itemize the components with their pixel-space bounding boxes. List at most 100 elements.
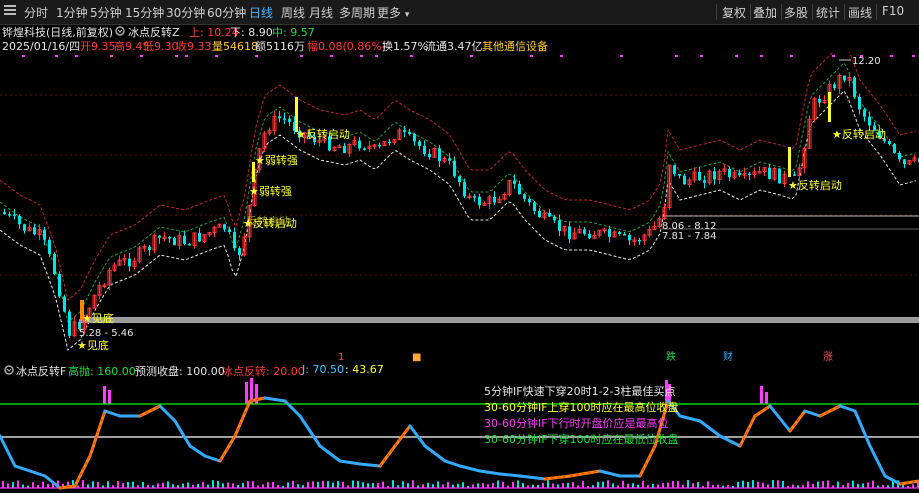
candle: [413, 132, 416, 146]
min-price-label: 5.28 - 5.46: [79, 328, 134, 339]
indicator-bar: [92, 481, 94, 488]
indicator-segment: [803, 409, 822, 418]
signal-dot: [55, 55, 58, 57]
indicator-bar: [312, 481, 314, 488]
candle: [183, 230, 186, 246]
candle: [707, 169, 712, 186]
indicator-bar: [612, 483, 614, 488]
candle: [907, 159, 912, 165]
candle: [97, 281, 102, 300]
candle: [703, 175, 706, 189]
indicator-bar: [817, 481, 819, 488]
stats-button[interactable]: 统计: [816, 4, 840, 21]
indicator-bar: [827, 480, 829, 488]
candle: [717, 168, 722, 185]
indicator-segment: [698, 419, 722, 438]
indicator-bar: [337, 480, 339, 488]
menu-icon[interactable]: [4, 3, 16, 20]
indicator-segment: [0, 434, 17, 468]
f10-button[interactable]: F10: [882, 4, 904, 18]
candle: [898, 151, 901, 163]
candle: [652, 221, 657, 231]
candle: [667, 164, 672, 211]
candle: [272, 110, 277, 135]
period-tab-30min[interactable]: 30分钟: [166, 4, 205, 21]
signal-dot: [620, 55, 623, 57]
indicator-bar: [97, 482, 99, 488]
candle: [683, 173, 686, 185]
signal-dot: [890, 55, 893, 57]
candle: [262, 130, 267, 152]
kline-chart[interactable]: 12.20 5.28 - 5.46 8.06 - 8.12 7.81 - 7.8…: [0, 52, 919, 362]
fuquan-button[interactable]: 复权: [722, 4, 746, 21]
signal-bars: [80, 92, 831, 320]
candle: [822, 95, 827, 104]
candle: [638, 237, 641, 245]
candle: [352, 136, 357, 147]
star-icon: ★: [788, 179, 798, 192]
event-marker[interactable]: 财: [723, 350, 733, 362]
indicator-segment: [283, 399, 302, 418]
event-marker[interactable]: 跌: [666, 350, 676, 362]
candle: [132, 257, 137, 270]
indicator-bar: [247, 481, 249, 488]
candle: [152, 233, 157, 254]
candle: [8, 211, 11, 218]
indicator-bar: [245, 382, 248, 404]
period-tab-1min[interactable]: 1分钟: [56, 4, 88, 21]
candle: [358, 136, 361, 151]
candle: [212, 225, 217, 238]
legend-line: 30-60分钟IF下行时开盘价应是最高位: [484, 417, 669, 430]
indicator-bar: [572, 482, 574, 488]
indicator-bar: [742, 480, 744, 488]
event-marker[interactable]: 涨: [823, 351, 833, 362]
indicator-bar: [367, 483, 369, 488]
candle: [13, 209, 16, 220]
indicator-chart[interactable]: [0, 376, 919, 493]
period-tab-multi[interactable]: 多周期: [339, 4, 375, 21]
candle: [687, 177, 692, 188]
candle: [778, 168, 781, 184]
candle: [762, 167, 767, 177]
indicator-segment: [518, 474, 547, 481]
candle: [372, 143, 377, 150]
period-tab-more[interactable]: 更多 ▾: [377, 4, 409, 21]
period-tab-weekly[interactable]: 周线: [281, 4, 305, 21]
candle: [148, 245, 151, 256]
period-tab-monthly[interactable]: 月线: [309, 4, 333, 21]
candle: [903, 158, 906, 169]
candle: [173, 236, 176, 246]
indicator-bar: [12, 482, 14, 488]
candle: [188, 242, 191, 246]
period-tab-15min[interactable]: 15分钟: [125, 4, 164, 21]
candle: [487, 194, 492, 210]
candle: [588, 230, 591, 240]
candle: [632, 236, 637, 246]
indicator-bar: [547, 480, 549, 488]
period-tab-5min[interactable]: 5分钟: [90, 4, 122, 21]
candle: [528, 197, 531, 206]
event-marker[interactable]: ■: [412, 352, 421, 362]
star-icon: ★: [255, 154, 265, 167]
indicator-bar: [292, 480, 294, 488]
period-tab-fenshi[interactable]: 分时: [24, 4, 48, 21]
indicator-bar: [632, 483, 634, 488]
signal-dot: [675, 55, 678, 57]
star-icon: ★: [296, 128, 306, 141]
draw-line-button[interactable]: 画线: [848, 4, 872, 21]
indicator-segment: [103, 409, 122, 418]
overlay-button[interactable]: 叠加: [753, 4, 777, 21]
star-icon: ★: [77, 339, 87, 352]
indicator-segment: [28, 469, 47, 478]
candle: [602, 227, 607, 234]
circle-settings-icon[interactable]: [115, 24, 125, 39]
candle: [72, 316, 77, 338]
j-value: J: 70.50: [302, 363, 344, 376]
period-tab-daily[interactable]: 日线: [249, 4, 273, 21]
multi-stock-button[interactable]: 多股: [784, 4, 808, 21]
candle: [713, 167, 716, 185]
event-marker[interactable]: 1: [338, 352, 344, 362]
indicator-segment: [338, 459, 362, 466]
period-tab-60min[interactable]: 60分钟: [207, 4, 246, 21]
indicator-segment: [203, 454, 222, 463]
